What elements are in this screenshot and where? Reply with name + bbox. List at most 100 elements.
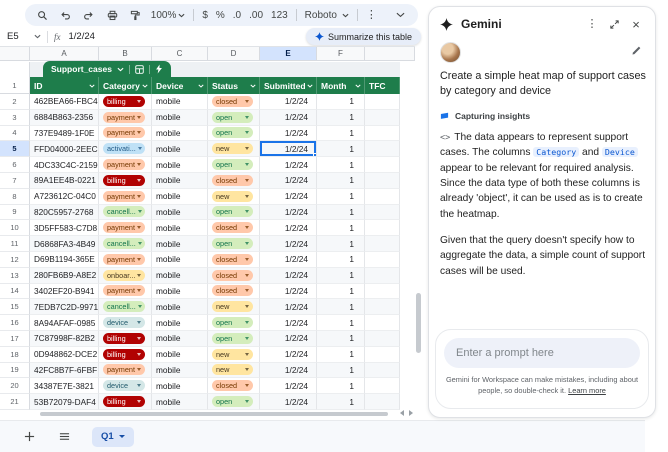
cell-tfc[interactable] [365,315,400,331]
cell-status[interactable]: closed [208,94,260,110]
category-chip[interactable]: payment [103,190,145,202]
cell-tfc[interactable] [365,362,400,379]
row-number-13[interactable]: 13 [0,267,30,284]
cell-device[interactable]: mobile [152,394,208,410]
cell-category[interactable]: device [99,378,152,395]
cell-month[interactable]: 1 [317,109,365,126]
table-grid-icon[interactable] [135,64,144,74]
status-chip[interactable]: open [212,317,253,329]
cell-category[interactable]: billing [99,94,152,110]
cell-submitted[interactable]: 1/2/24 [260,362,317,379]
vertical-scrollbar[interactable] [416,78,422,404]
cell-submitted-selected[interactable]: 1/2/24 [260,141,317,158]
category-chip[interactable]: payment [103,253,145,265]
cell-submitted[interactable]: 1/2/24 [260,220,317,237]
cell-id[interactable]: 4DC33C4C-2159 [30,157,99,173]
undo-icon[interactable] [58,7,73,23]
cell-category[interactable]: payment [99,283,152,300]
cell-month[interactable]: 1 [317,315,365,331]
cell-id[interactable]: D6868FA3-4B49 [30,236,99,252]
cell-id[interactable]: 6884B863-2356 [30,109,99,126]
category-chip[interactable]: device [103,317,145,329]
cell-submitted[interactable]: 1/2/24 [260,267,317,284]
cell-id[interactable]: 280FB6B9-A8E2 [30,267,99,284]
row-number-10[interactable]: 10 [0,220,30,237]
column-header-b[interactable]: B [99,47,152,60]
cell-status[interactable]: closed [208,220,260,237]
cell-status[interactable]: open [208,204,260,221]
table-tab[interactable]: Support_cases [43,61,171,77]
currency-format-button[interactable]: $ [202,10,208,21]
paint-format-icon[interactable] [128,7,143,23]
cell-month[interactable]: 1 [317,346,365,363]
search-icon[interactable] [35,7,50,23]
category-chip[interactable]: billing [103,396,145,408]
cell-id[interactable]: D69B1194-365E [30,251,99,268]
category-chip[interactable]: payment [103,285,145,297]
status-chip[interactable]: closed [212,253,253,265]
cell-status[interactable]: new [208,299,260,316]
cell-tfc[interactable] [365,283,400,300]
cell-device[interactable]: mobile [152,109,208,126]
cell-device[interactable]: mobile [152,125,208,142]
cell-tfc[interactable] [365,346,400,363]
row-number-16[interactable]: 16 [0,315,30,331]
cell-submitted[interactable]: 1/2/24 [260,94,317,110]
cell-month[interactable]: 1 [317,188,365,205]
cell-category[interactable]: billing [99,394,152,410]
cell-submitted[interactable]: 1/2/24 [260,394,317,410]
cell-month[interactable]: 1 [317,299,365,316]
column-header-c[interactable]: C [152,47,208,60]
row-number-15[interactable]: 15 [0,299,30,316]
cell-status[interactable]: open [208,236,260,252]
cell-id[interactable]: 3D5FF583-C7D8 [30,220,99,237]
category-chip[interactable]: billing [103,348,145,360]
cell-status[interactable]: open [208,394,260,410]
cell-tfc[interactable] [365,204,400,221]
cell-submitted[interactable]: 1/2/24 [260,157,317,173]
row-number-14[interactable]: 14 [0,283,30,300]
row-number-19[interactable]: 19 [0,362,30,379]
status-chip[interactable]: open [212,332,253,344]
cell-device[interactable]: mobile [152,299,208,316]
prompt-input[interactable]: Enter a prompt here [444,338,640,368]
table-header-month[interactable]: Month [317,77,365,94]
cell-submitted[interactable]: 1/2/24 [260,299,317,316]
close-panel-icon[interactable]: × [628,16,644,32]
row-number-7[interactable]: 7 [0,172,30,189]
category-chip[interactable]: billing [103,95,145,107]
column-header-g[interactable] [365,47,415,60]
column-header-d[interactable]: D [208,47,260,60]
cell-id[interactable]: 42FC8B7F-6FBF [30,362,99,379]
cell-category[interactable]: billing [99,172,152,189]
cell-month[interactable]: 1 [317,204,365,221]
row-number-3[interactable]: 3 [0,109,30,126]
cell-status[interactable]: new [208,362,260,379]
cell-status[interactable]: new [208,188,260,205]
cell-status[interactable]: closed [208,267,260,284]
status-chip[interactable]: new [212,364,253,376]
cell-category[interactable]: payment [99,157,152,173]
row-number-2[interactable]: 2 [0,94,30,110]
cell-device[interactable]: mobile [152,283,208,300]
increase-decimal-button[interactable]: .00 [249,10,263,21]
sheet-tab-menu-icon[interactable] [118,435,125,438]
cell-id[interactable]: A723612C-04C0 [30,188,99,205]
cell-category[interactable]: cancell... [99,204,152,221]
name-box[interactable]: E5 [0,31,34,42]
cell-id[interactable]: 34387E7E-3821 [30,378,99,395]
cell-category[interactable]: billing [99,330,152,347]
category-chip[interactable]: payment [103,159,145,171]
percent-format-button[interactable]: % [216,10,225,21]
collapse-toolbar-chevron-icon[interactable] [393,7,408,23]
cell-status[interactable]: closed [208,378,260,395]
row-number-5[interactable]: 5 [0,141,30,158]
category-chip[interactable]: onboar... [103,269,145,281]
cell-submitted[interactable]: 1/2/24 [260,283,317,300]
cell-id[interactable]: 0D948862-DCE2 [30,346,99,363]
cell-tfc[interactable] [365,251,400,268]
cell-status[interactable]: open [208,125,260,142]
cell-month[interactable]: 1 [317,141,365,158]
cell-category[interactable]: payment [99,188,152,205]
cell-device[interactable]: mobile [152,204,208,221]
